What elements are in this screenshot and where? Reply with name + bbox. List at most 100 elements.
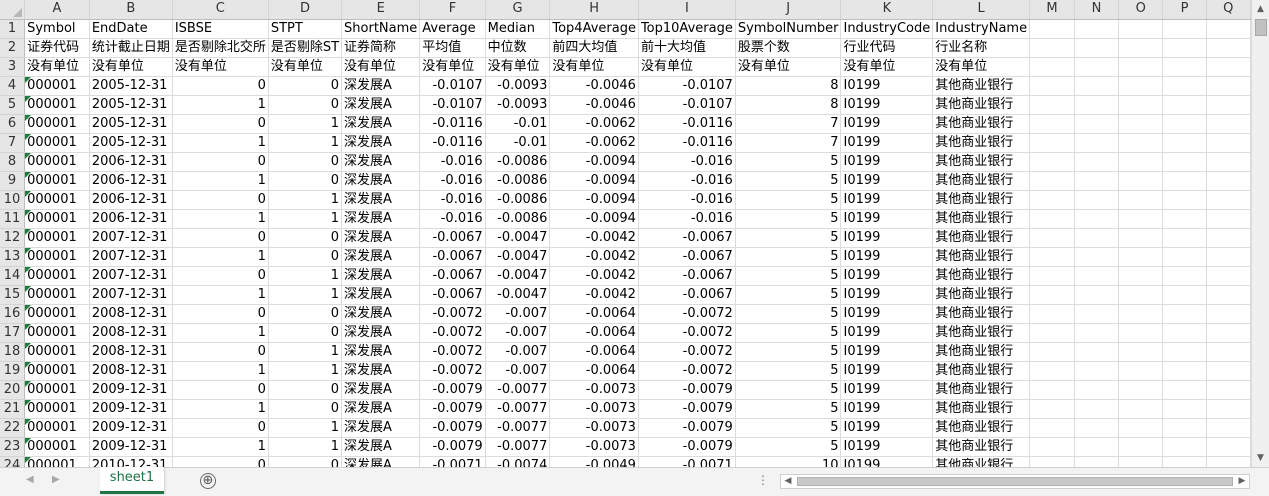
cell-d1[interactable]: STPT	[268, 19, 343, 39]
cell-c7[interactable]: 1	[172, 133, 269, 153]
cell-f2[interactable]: 平均值	[419, 38, 486, 58]
cell-d3[interactable]: 没有单位	[268, 57, 343, 77]
cell-p15[interactable]	[1162, 285, 1207, 305]
cell-b17[interactable]: 2008-12-31	[89, 323, 173, 343]
cell-o20[interactable]	[1118, 380, 1164, 400]
cell-n18[interactable]	[1074, 342, 1120, 362]
cell-f22[interactable]: -0.0079	[419, 418, 486, 438]
cell-h11[interactable]: -0.0094	[549, 209, 639, 229]
cell-k13[interactable]: I0199	[840, 247, 934, 267]
cell-a12[interactable]: 000001	[24, 228, 90, 248]
row-header[interactable]: 21	[0, 399, 26, 419]
select-all-corner[interactable]	[0, 0, 26, 20]
cell-m8[interactable]	[1029, 152, 1075, 172]
cell-g15[interactable]: -0.0047	[485, 285, 551, 305]
cell-n9[interactable]	[1074, 171, 1120, 191]
cell-o14[interactable]	[1118, 266, 1164, 286]
cell-f15[interactable]: -0.0067	[419, 285, 486, 305]
cell-b6[interactable]: 2005-12-31	[89, 114, 173, 134]
cell-n21[interactable]	[1074, 399, 1120, 419]
cell-q6[interactable]	[1206, 114, 1251, 134]
cell-d14[interactable]: 1	[268, 266, 343, 286]
cell-c19[interactable]: 1	[172, 361, 269, 381]
cell-o1[interactable]	[1118, 19, 1164, 39]
cell-g19[interactable]: -0.007	[485, 361, 551, 381]
cell-c16[interactable]: 0	[172, 304, 269, 324]
cell-i9[interactable]: -0.016	[638, 171, 736, 191]
cell-d7[interactable]: 1	[268, 133, 343, 153]
cell-q2[interactable]	[1206, 38, 1251, 58]
cell-f21[interactable]: -0.0079	[419, 399, 486, 419]
cell-k14[interactable]: I0199	[840, 266, 934, 286]
column-header-m[interactable]: M	[1029, 0, 1075, 20]
cell-b19[interactable]: 2008-12-31	[89, 361, 173, 381]
cell-c3[interactable]: 没有单位	[172, 57, 269, 77]
cell-a13[interactable]: 000001	[24, 247, 90, 267]
column-header-o[interactable]: O	[1118, 0, 1164, 20]
cell-d12[interactable]: 0	[268, 228, 343, 248]
cell-e13[interactable]: 深发展A	[341, 247, 421, 267]
cell-e7[interactable]: 深发展A	[341, 133, 421, 153]
cell-a20[interactable]: 000001	[24, 380, 90, 400]
cell-o11[interactable]	[1118, 209, 1164, 229]
cell-p18[interactable]	[1162, 342, 1207, 362]
cell-c1[interactable]: ISBSE	[172, 19, 269, 39]
cell-g16[interactable]: -0.007	[485, 304, 551, 324]
cell-p14[interactable]	[1162, 266, 1207, 286]
cell-a21[interactable]: 000001	[24, 399, 90, 419]
cell-d18[interactable]: 1	[268, 342, 343, 362]
cell-i24[interactable]: -0.0071	[638, 456, 736, 467]
scroll-right-arrow-icon[interactable]: ▶	[1235, 475, 1249, 488]
cell-p20[interactable]	[1162, 380, 1207, 400]
cell-b3[interactable]: 没有单位	[89, 57, 173, 77]
cell-g17[interactable]: -0.007	[485, 323, 551, 343]
cell-f1[interactable]: Average	[419, 19, 486, 39]
cell-p12[interactable]	[1162, 228, 1207, 248]
cell-d16[interactable]: 0	[268, 304, 343, 324]
row-header[interactable]: 5	[0, 95, 26, 115]
row-header[interactable]: 23	[0, 437, 26, 457]
cell-j20[interactable]: 5	[735, 380, 842, 400]
cell-n13[interactable]	[1074, 247, 1120, 267]
cell-j17[interactable]: 5	[735, 323, 842, 343]
cell-d21[interactable]: 0	[268, 399, 343, 419]
cell-m7[interactable]	[1029, 133, 1075, 153]
cell-h3[interactable]: 没有单位	[549, 57, 639, 77]
column-header-n[interactable]: N	[1074, 0, 1120, 20]
cell-f14[interactable]: -0.0067	[419, 266, 486, 286]
cell-g9[interactable]: -0.0086	[485, 171, 551, 191]
cell-n19[interactable]	[1074, 361, 1120, 381]
cell-n11[interactable]	[1074, 209, 1120, 229]
cell-i1[interactable]: Top10Average	[638, 19, 736, 39]
cell-e4[interactable]: 深发展A	[341, 76, 421, 96]
cell-i3[interactable]: 没有单位	[638, 57, 736, 77]
cell-j19[interactable]: 5	[735, 361, 842, 381]
cell-e20[interactable]: 深发展A	[341, 380, 421, 400]
cell-e2[interactable]: 证券简称	[341, 38, 421, 58]
cell-c18[interactable]: 0	[172, 342, 269, 362]
cell-f4[interactable]: -0.0107	[419, 76, 486, 96]
row-header[interactable]: 6	[0, 114, 26, 134]
cell-g8[interactable]: -0.0086	[485, 152, 551, 172]
column-header-b[interactable]: B	[89, 0, 173, 20]
cell-l9[interactable]: 其他商业银行	[932, 171, 1031, 191]
spreadsheet-table[interactable]: ABCDEFGHIJKLMNOPQ 1 Symbol EndDate ISBSE STP…	[0, 0, 1251, 467]
cell-g23[interactable]: -0.0077	[485, 437, 551, 457]
cell-a9[interactable]: 000001	[24, 171, 90, 191]
cell-l19[interactable]: 其他商业银行	[932, 361, 1031, 381]
cell-q8[interactable]	[1206, 152, 1251, 172]
cell-e22[interactable]: 深发展A	[341, 418, 421, 438]
cell-p19[interactable]	[1162, 361, 1207, 381]
row-header[interactable]: 3	[0, 57, 26, 77]
cell-h19[interactable]: -0.0064	[549, 361, 639, 381]
cell-p7[interactable]	[1162, 133, 1207, 153]
cell-b24[interactable]: 2010-12-31	[89, 456, 173, 467]
cell-i19[interactable]: -0.0072	[638, 361, 736, 381]
cell-e1[interactable]: ShortName	[341, 19, 421, 39]
cell-g11[interactable]: -0.0086	[485, 209, 551, 229]
cell-d13[interactable]: 0	[268, 247, 343, 267]
cell-k11[interactable]: I0199	[840, 209, 934, 229]
cell-q18[interactable]	[1206, 342, 1251, 362]
cell-f20[interactable]: -0.0079	[419, 380, 486, 400]
cell-g10[interactable]: -0.0086	[485, 190, 551, 210]
